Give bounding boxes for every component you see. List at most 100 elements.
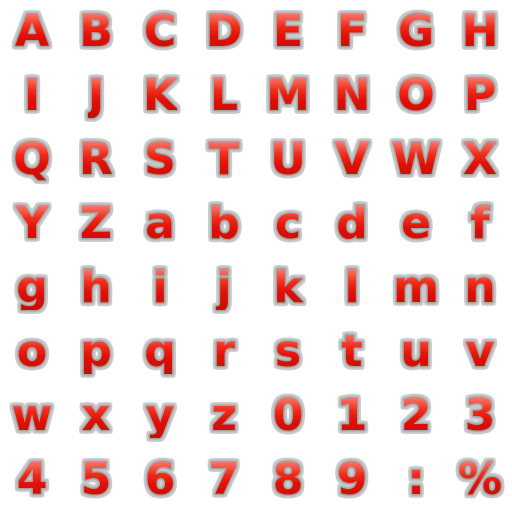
glyph: 0 <box>272 390 304 441</box>
glyph: V <box>334 134 370 185</box>
glyph-cell: n <box>448 256 512 320</box>
glyph: M <box>266 70 310 121</box>
glyph: 4 <box>16 454 48 505</box>
glyph: v <box>465 326 495 377</box>
glyph: i <box>152 262 168 313</box>
glyph: z <box>211 390 237 441</box>
glyph-cell: j <box>192 256 256 320</box>
glyph-cell: x <box>64 384 128 448</box>
glyph: h <box>80 262 112 313</box>
glyph: y <box>145 390 175 441</box>
glyph-cell: I <box>0 64 64 128</box>
glyph: 8 <box>272 454 304 505</box>
glyph-cell: T <box>192 128 256 192</box>
glyph: x <box>81 390 111 441</box>
glyph: R <box>79 134 113 185</box>
glyph: Q <box>13 134 51 185</box>
glyph: E <box>272 6 304 57</box>
glyph: Y <box>16 198 48 249</box>
glyph-cell: F <box>320 0 384 64</box>
glyph-cell: v <box>448 320 512 384</box>
glyph: I <box>23 70 41 121</box>
glyph: c <box>274 198 302 249</box>
glyph-cell: o <box>0 320 64 384</box>
glyph: w <box>11 390 53 441</box>
glyph-cell: c <box>256 192 320 256</box>
glyph-cell: K <box>128 64 192 128</box>
glyph: Z <box>80 198 112 249</box>
glyph-cell: d <box>320 192 384 256</box>
glyph: m <box>393 262 439 313</box>
glyph-cell: 7 <box>192 448 256 512</box>
glyph: : <box>407 454 425 505</box>
glyph-cell: y <box>128 384 192 448</box>
glyph: e <box>401 198 431 249</box>
glyph: d <box>336 198 368 249</box>
glyph-cell: l <box>320 256 384 320</box>
glyph: N <box>333 70 371 121</box>
glyph-cell: Z <box>64 192 128 256</box>
glyph: K <box>142 70 178 121</box>
glyph-cell: i <box>128 256 192 320</box>
glyph-cell: R <box>64 128 128 192</box>
glyph-cell: r <box>192 320 256 384</box>
glyph-cell: b <box>192 192 256 256</box>
glyph: g <box>16 262 48 313</box>
glyph: j <box>216 262 232 313</box>
glyph-cell: 8 <box>256 448 320 512</box>
glyph: % <box>457 454 503 505</box>
glyph: U <box>270 134 306 185</box>
glyph: b <box>208 198 240 249</box>
glyph-cell: G <box>384 0 448 64</box>
glyph-cell: k <box>256 256 320 320</box>
glyph-cell: D <box>192 0 256 64</box>
glyph-cell: f <box>448 192 512 256</box>
glyph: 1 <box>336 390 368 441</box>
glyph: H <box>461 6 499 57</box>
glyph-cell: p <box>64 320 128 384</box>
glyph-cell: C <box>128 0 192 64</box>
glyph-cell: E <box>256 0 320 64</box>
glyph-cell: t <box>320 320 384 384</box>
glyph: p <box>80 326 112 377</box>
glyph-cell: S <box>128 128 192 192</box>
glyph: T <box>208 134 239 185</box>
glyph-cell: H <box>448 0 512 64</box>
glyph-cell: 1 <box>320 384 384 448</box>
glyph-cell: B <box>64 0 128 64</box>
glyph: n <box>464 262 496 313</box>
glyph: a <box>145 198 175 249</box>
glyph-cell: A <box>0 0 64 64</box>
glyph-cell: 4 <box>0 448 64 512</box>
glyph-cell: w <box>0 384 64 448</box>
glyph: O <box>397 70 435 121</box>
glyph-sprite-sheet: ABCDEFGH IJKLMNOP QRSTUVWX YZabcdef ghijklmn… <box>0 0 512 512</box>
glyph: k <box>273 262 303 313</box>
glyph: X <box>463 134 497 185</box>
glyph-cell: s <box>256 320 320 384</box>
glyph-cell: N <box>320 64 384 128</box>
glyph-cell: J <box>64 64 128 128</box>
glyph: t <box>341 326 363 377</box>
glyph-cell: u <box>384 320 448 384</box>
glyph: 3 <box>464 390 496 441</box>
glyph-cell: 9 <box>320 448 384 512</box>
glyph-cell: Q <box>0 128 64 192</box>
glyph: D <box>205 6 243 57</box>
glyph: 9 <box>336 454 368 505</box>
glyph-cell: 5 <box>64 448 128 512</box>
glyph-cell: X <box>448 128 512 192</box>
glyph-cell: m <box>384 256 448 320</box>
glyph-cell: z <box>192 384 256 448</box>
glyph: J <box>87 70 105 121</box>
glyph: q <box>144 326 176 377</box>
glyph: L <box>209 70 239 121</box>
glyph-cell: L <box>192 64 256 128</box>
glyph-cell: Y <box>0 192 64 256</box>
glyph-cell: % <box>448 448 512 512</box>
glyph-cell: 3 <box>448 384 512 448</box>
glyph: l <box>344 262 360 313</box>
glyph-cell: U <box>256 128 320 192</box>
glyph: r <box>213 326 235 377</box>
glyph: B <box>79 6 113 57</box>
